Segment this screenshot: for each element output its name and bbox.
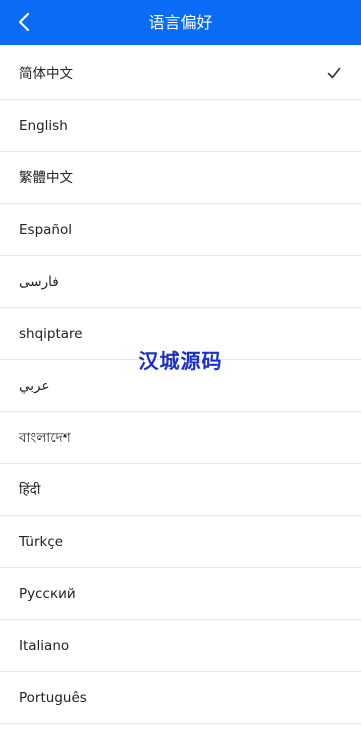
language-option[interactable]: English [0, 100, 361, 152]
language-option-label: हिंदी [19, 482, 41, 498]
language-option[interactable]: فارسی [0, 256, 361, 308]
language-option-label: Italiano [19, 638, 70, 654]
language-option[interactable]: Türkçe [0, 516, 361, 568]
language-option[interactable]: Italiano [0, 620, 361, 672]
language-option-label: Português [19, 690, 87, 706]
header-bar: 语言偏好 [0, 0, 361, 45]
language-option-label: Русский [19, 586, 76, 602]
language-option[interactable]: shqiptare [0, 308, 361, 360]
language-option-label: Español [19, 222, 72, 238]
language-option[interactable]: हिंदी [0, 464, 361, 516]
language-option[interactable]: 繁體中文 [0, 152, 361, 204]
page-title: 语言偏好 [148, 13, 213, 32]
language-option-label: বাংলাদেশ [19, 430, 71, 446]
language-option[interactable]: Português [0, 672, 361, 724]
language-option[interactable]: বাংলাদেশ [0, 412, 361, 464]
language-option-label: عربي [19, 378, 50, 394]
language-option-label: فارسی [19, 274, 59, 290]
language-option[interactable]: 简体中文 [0, 48, 361, 100]
language-list: 简体中文 English 繁體中文 Español فارسی shqiptare عربي… [0, 48, 361, 724]
language-option-label: 繁體中文 [19, 170, 73, 186]
language-option-label: Türkçe [19, 534, 64, 550]
language-option[interactable]: Русский [0, 568, 361, 620]
checkmark-icon [327, 67, 341, 79]
language-option-label: English [19, 118, 68, 134]
language-option-label: 简体中文 [19, 66, 73, 82]
language-option[interactable]: Español [0, 204, 361, 256]
language-option[interactable]: عربي [0, 360, 361, 412]
language-option-label: shqiptare [19, 326, 83, 342]
